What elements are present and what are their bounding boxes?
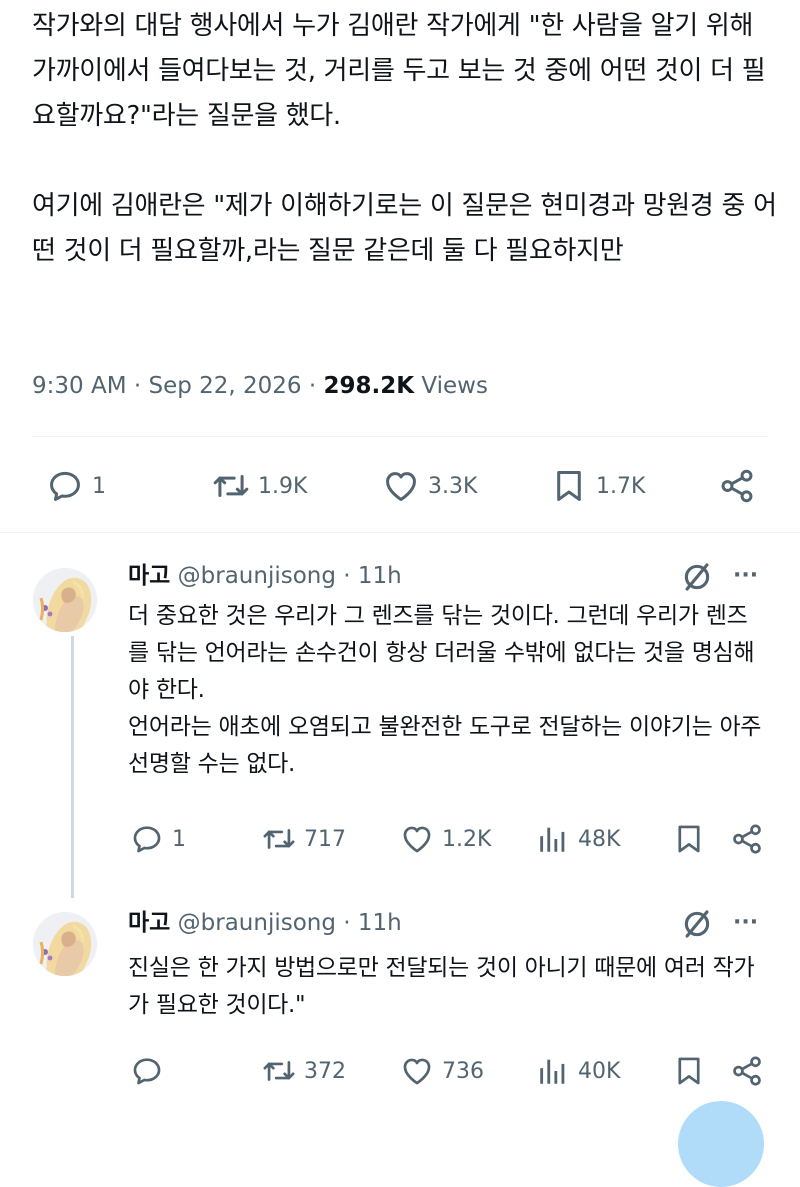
tweet-date[interactable]: Sep 22, 2026 xyxy=(148,373,301,399)
tweet-paragraph: 작가와의 대담 행사에서 누가 김애란 작가에게 "한 사람을 알기 위해 가까… xyxy=(32,11,766,131)
like-button[interactable]: 3.3K xyxy=(382,467,477,505)
reply-count: 1 xyxy=(172,826,186,852)
tweet-time[interactable]: 9:30 AM xyxy=(32,373,127,399)
retweet-icon xyxy=(262,822,296,856)
slashed-circle-icon xyxy=(680,560,714,594)
like-button[interactable]: 736 xyxy=(400,1054,484,1088)
share-button[interactable] xyxy=(730,1054,764,1088)
thread-line xyxy=(71,636,74,898)
retweet-button[interactable]: 372 xyxy=(262,1054,346,1088)
reply-button[interactable]: 1 xyxy=(130,822,186,856)
retweet-count: 717 xyxy=(304,826,346,852)
like-button[interactable]: 1.2K xyxy=(400,822,491,856)
like-count: 3.3K xyxy=(428,473,478,499)
retweet-count: 372 xyxy=(304,1058,346,1084)
separator: · xyxy=(133,373,142,399)
heart-icon xyxy=(382,467,420,505)
reply-paragraph: 언어라는 애초에 오염되고 불완전한 도구로 전달하는 이야기는 아주 선명할 … xyxy=(128,714,762,777)
views-button[interactable]: 40K xyxy=(536,1054,620,1088)
heart-icon xyxy=(400,1054,434,1088)
tweet-text: 작가와의 대담 행사에서 누가 김애란 작가에게 "한 사람을 알기 위해 가까… xyxy=(32,4,780,274)
reply-header: 마고 @braunjisong · 11h xyxy=(128,558,402,594)
separator: · xyxy=(308,373,317,399)
bookmark-button[interactable] xyxy=(672,822,706,856)
bookmark-icon xyxy=(672,822,706,856)
reply-text: 더 중요한 것은 우리가 그 렌즈를 닦는 것이다. 그런데 우리가 렌즈를 닦… xyxy=(128,598,768,783)
tweet-paragraph: 여기에 김애란은 "제가 이해하기로는 이 질문은 현미경과 망원경 중 어떤 … xyxy=(32,191,777,266)
compose-button[interactable] xyxy=(678,1101,764,1187)
reply-header: 마고 @braunjisong · 11h xyxy=(128,905,402,941)
views-count: 298.2K xyxy=(323,373,415,399)
reply-button[interactable]: 1 xyxy=(46,467,106,505)
reply-paragraph: 더 중요한 것은 우리가 그 렌즈를 닦는 것이다. 그런데 우리가 렌즈를 닦… xyxy=(128,603,755,703)
speech-bubble-icon xyxy=(130,822,164,856)
avatar[interactable] xyxy=(33,568,97,632)
bar-chart-icon xyxy=(536,822,570,856)
reply-text: 진실은 한 가지 방법으로만 전달되는 것이 아니기 때문에 여러 작가가 필요… xyxy=(128,950,768,1024)
retweet-button[interactable]: 717 xyxy=(262,822,346,856)
slashed-circle-icon xyxy=(680,907,714,941)
more-options-button[interactable]: ··· xyxy=(733,906,758,940)
reply-time[interactable]: · 11h xyxy=(343,563,401,589)
bookmark-count: 1.7K xyxy=(596,473,646,499)
bar-chart-icon xyxy=(536,1054,570,1088)
share-button[interactable] xyxy=(730,822,764,856)
share-icon xyxy=(718,467,756,505)
retweet-icon xyxy=(262,1054,296,1088)
view-count: 40K xyxy=(578,1058,621,1084)
display-name[interactable]: 마고 xyxy=(128,910,170,936)
speech-bubble-icon xyxy=(130,1054,164,1088)
user-handle[interactable]: @braunjisong xyxy=(178,910,336,936)
mute-button[interactable] xyxy=(680,907,714,945)
share-button[interactable] xyxy=(718,467,756,505)
bookmark-button[interactable]: 1.7K xyxy=(550,467,645,505)
tweet-meta: 9:30 AM · Sep 22, 2026 · 298.2K Views xyxy=(32,366,488,406)
like-count: 1.2K xyxy=(442,826,492,852)
view-count: 48K xyxy=(578,826,621,852)
like-count: 736 xyxy=(442,1058,484,1084)
mute-button[interactable] xyxy=(680,560,714,598)
retweet-icon xyxy=(212,467,250,505)
reply-time[interactable]: · 11h xyxy=(343,910,401,936)
avatar[interactable] xyxy=(33,912,97,976)
reply-count: 1 xyxy=(92,473,106,499)
avatar-image xyxy=(33,912,97,976)
retweet-button[interactable]: 1.9K xyxy=(212,467,307,505)
reply-button[interactable] xyxy=(130,1054,172,1088)
user-handle[interactable]: @braunjisong xyxy=(178,563,336,589)
heart-icon xyxy=(400,822,434,856)
avatar-image xyxy=(33,568,97,632)
retweet-count: 1.9K xyxy=(258,473,308,499)
views-label: Views xyxy=(421,373,488,399)
display-name[interactable]: 마고 xyxy=(128,563,170,589)
speech-bubble-icon xyxy=(46,467,84,505)
share-icon xyxy=(730,1054,764,1088)
share-icon xyxy=(730,822,764,856)
views-button[interactable]: 48K xyxy=(536,822,620,856)
bookmark-icon xyxy=(550,467,588,505)
more-options-button[interactable]: ··· xyxy=(733,559,758,593)
bookmark-icon xyxy=(672,1054,706,1088)
bookmark-button[interactable] xyxy=(672,1054,706,1088)
divider xyxy=(32,436,768,437)
reply-paragraph: 진실은 한 가지 방법으로만 전달되는 것이 아니기 때문에 여러 작가가 필요… xyxy=(128,955,755,1018)
divider xyxy=(0,532,800,533)
